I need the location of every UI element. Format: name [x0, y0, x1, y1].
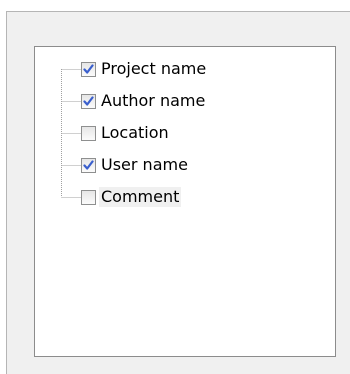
- tree-item-location[interactable]: Location: [81, 119, 171, 147]
- tree-item-user-name[interactable]: User name: [81, 151, 190, 179]
- tree-item-label: User name: [101, 155, 188, 174]
- checkmark-icon: [83, 63, 94, 74]
- field-tree-panel[interactable]: Project name Author name Location User n…: [34, 46, 336, 357]
- checkbox-location[interactable]: [81, 125, 96, 141]
- checkbox-user-name[interactable]: [81, 157, 96, 173]
- tree-item-label: Author name: [101, 91, 206, 110]
- checkbox-project-name[interactable]: [81, 61, 96, 77]
- checkbox-author-name[interactable]: [81, 93, 96, 109]
- checkmark-icon: [83, 159, 94, 170]
- tree-item-label: Location: [101, 123, 169, 142]
- tree-item-label: Project name: [101, 59, 207, 78]
- tree-item-label: Comment: [99, 187, 182, 207]
- checkmark-icon: [83, 95, 94, 106]
- checkbox-comment[interactable]: [81, 189, 96, 205]
- tree-item-author-name[interactable]: Author name: [81, 87, 207, 115]
- tree-item-comment[interactable]: Comment: [81, 183, 182, 211]
- tree-item-project-name[interactable]: Project name: [81, 55, 208, 83]
